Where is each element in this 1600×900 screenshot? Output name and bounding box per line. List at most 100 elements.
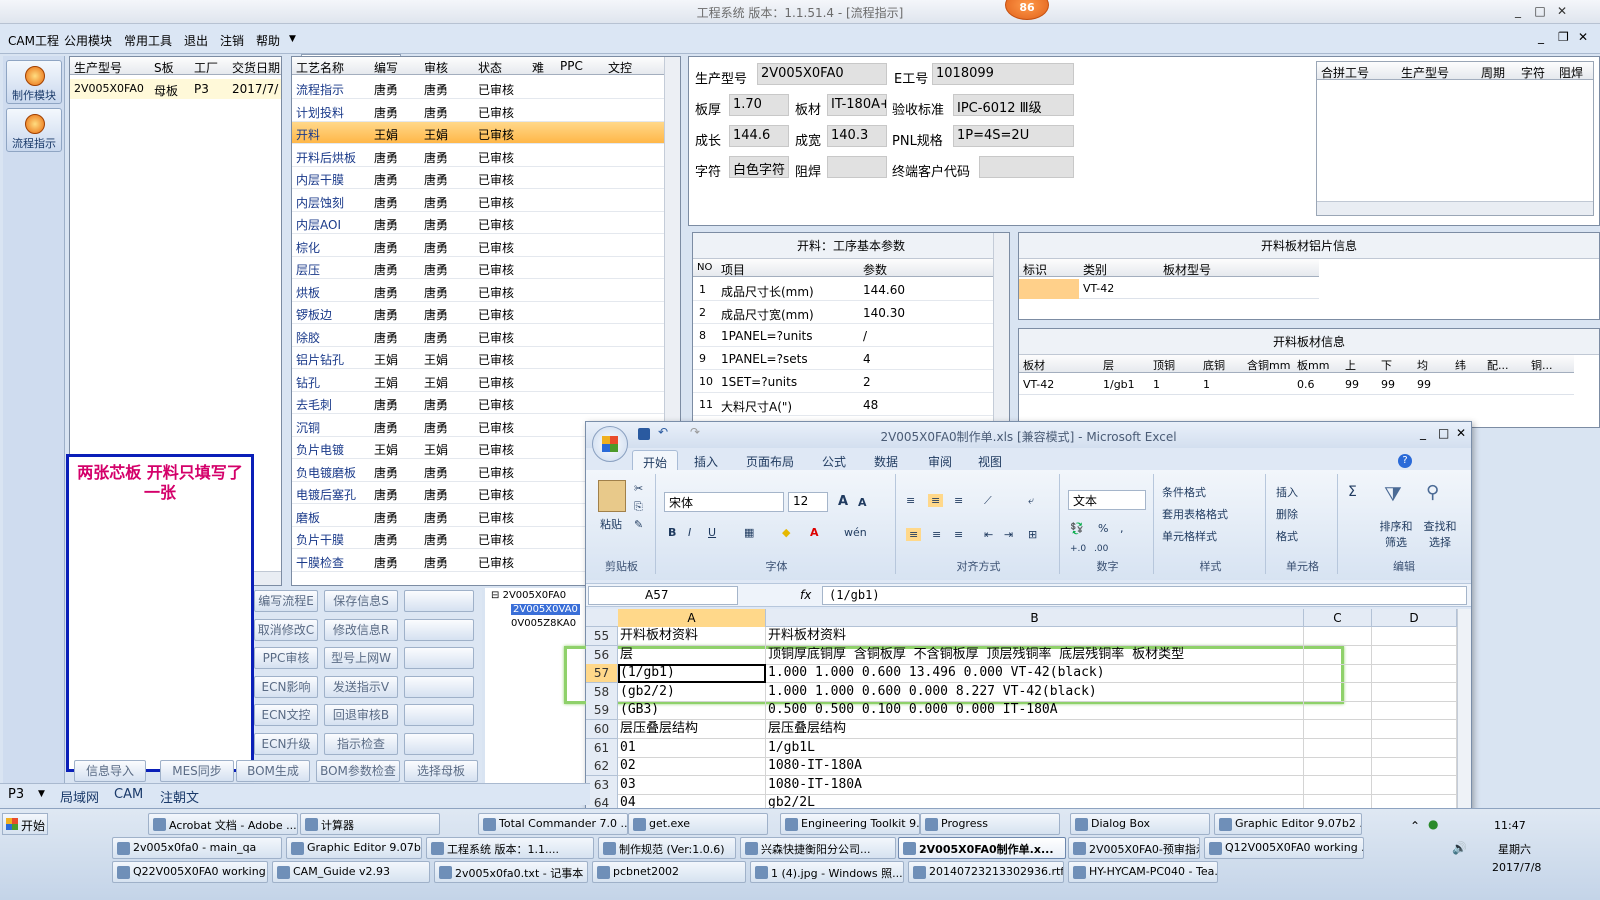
cell-style-button[interactable]: 单元格样式 [1162,528,1217,544]
cell-b[interactable]: 1.000 1.000 0.600 13.496 0.000 VT-42(bla… [766,664,1304,684]
tab-lan[interactable]: 局域网 [60,787,99,806]
ribbon-tab[interactable]: 审阅 [928,453,952,470]
col-header[interactable]: 含铜mm [1247,357,1290,373]
field-material[interactable]: IT-180A+ [827,94,887,116]
taskbar-item[interactable]: Q22V005X0FA0 working ... [112,861,268,883]
merge-center-icon[interactable]: ⊞ [1028,528,1037,541]
row-header[interactable]: 63 [586,775,618,795]
field-customer[interactable] [979,156,1074,178]
sort-filter-icon[interactable]: ⧩ [1384,482,1402,506]
cell-c[interactable] [1304,664,1372,684]
cell-d[interactable] [1372,627,1457,646]
table-row[interactable]: 11 大料尺寸A(") 48 [693,394,993,416]
col-header[interactable]: 配... [1487,357,1509,373]
taskbar-item[interactable]: Total Commander 7.0 ... [478,813,628,835]
table-row[interactable]: 9 1PANEL=?sets 4 [693,348,993,370]
process-row[interactable]: 开料后烘板 唐勇 唐勇 已审核 [292,145,664,167]
cell-b[interactable]: 层压叠层结构 [766,720,1304,739]
ribbon-tab[interactable]: 视图 [978,453,1002,470]
increase-indent-icon[interactable]: ⇥ [1004,528,1013,541]
col-header[interactable]: 项目 [721,261,745,278]
action-button[interactable]: BOM生成 [236,760,310,782]
cell-c[interactable] [1304,645,1372,665]
taskbar-item[interactable]: Q12V005X0FA0 working ... [1204,837,1364,859]
col-header[interactable]: 下 [1381,357,1392,373]
align-bottom-icon[interactable]: ≡ [954,494,963,507]
taskbar-item[interactable]: HY-HYCAM-PC040 - Tea... [1068,861,1218,883]
col-header[interactable]: 编写 [374,59,398,76]
col-header[interactable]: 周期 [1481,64,1505,81]
col-header[interactable]: NO [697,262,712,273]
nav-flow-instruction[interactable]: 流程指示 [6,108,62,152]
ribbon-tab[interactable]: 数据 [874,453,898,470]
currency-icon[interactable]: 💱 [1070,522,1084,535]
menu-tools[interactable]: 常用工具 [124,32,172,49]
process-row[interactable]: 内层蚀刻 唐勇 唐勇 已审核 [292,190,664,212]
taskbar-item[interactable]: Acrobat 文档 - Adobe ... [148,813,298,835]
action-button[interactable] [404,704,474,726]
align-center-icon[interactable]: ≡ [932,528,941,541]
row-header[interactable]: 56 [586,645,618,665]
taskbar-item[interactable]: CAM_Guide v2.93 [272,861,430,883]
col-header[interactable]: 阻焊 [1559,64,1583,81]
tab-user[interactable]: 注朝文 [160,787,199,806]
menu-logout[interactable]: 注销 [220,32,244,49]
col-header[interactable]: 上 [1345,357,1356,373]
col-header[interactable]: S板 [154,59,174,76]
field-model[interactable]: 2V005X0FA0 [757,63,887,85]
action-button[interactable]: ECN文控 [254,704,318,726]
process-row[interactable]: 流程指示 唐勇 唐勇 已审核 [292,77,664,99]
taskbar-item[interactable]: 兴森快捷衡阳分公司... [740,837,896,859]
cell-a[interactable]: 03 [618,775,766,795]
field-standard[interactable]: IPC-6012 Ⅲ级 [953,94,1074,116]
action-button[interactable]: 发送指示V [324,675,398,698]
tree-node-selected[interactable]: 2V005X0VA0 [511,604,580,615]
cell-d[interactable] [1372,664,1457,684]
paste-icon[interactable] [598,480,626,512]
cell-d[interactable] [1372,775,1457,795]
close-icon[interactable]: ✕ [1554,4,1570,18]
mdi-minimize-icon[interactable]: _ [1538,30,1544,44]
decrease-indent-icon[interactable]: ⇤ [984,528,993,541]
clock-time[interactable]: 11:47 [1494,819,1526,832]
phonetic-icon[interactable]: wén [844,526,867,539]
taskbar-item[interactable]: Graphic Editor 9.07b2 ... [1214,813,1362,835]
field-pnl[interactable]: 1P=4S=2U [953,125,1074,147]
ribbon-tab[interactable]: 页面布局 [746,453,794,470]
col-header[interactable]: 顶铜 [1153,357,1175,373]
col-header[interactable]: 审核 [424,59,448,76]
action-button[interactable] [404,618,474,641]
grow-font-icon[interactable]: A [838,494,848,509]
table-format-button[interactable]: 套用表格格式 [1162,506,1228,522]
taskbar-item[interactable]: get.exe [628,813,768,835]
cell-b[interactable]: 1080-IT-180A [766,775,1304,795]
align-left-icon[interactable]: ≡ [906,528,922,541]
cell-b[interactable]: 开料板材资料 [766,627,1304,646]
cell-c[interactable] [1304,757,1372,777]
font-color-icon[interactable]: A [810,526,819,539]
col-header[interactable]: 均 [1417,357,1428,373]
col-header[interactable]: 底铜 [1203,357,1225,373]
cell-b[interactable]: 顶铜厚底铜厚 含铜板厚 不含铜板厚 顶层残铜率 底层残铜率 板材类型 [766,645,1304,665]
field-thickness[interactable]: 1.70 [729,94,789,116]
col-header[interactable]: 生产型号 [74,59,122,76]
field-char[interactable]: 白色字符 [729,156,789,178]
row-header[interactable]: 61 [586,738,618,758]
cell-a[interactable]: 层 [618,645,766,665]
number-format-field[interactable]: 文本 [1068,490,1146,510]
office-button[interactable] [592,426,628,462]
cut-icon[interactable]: ✂ [634,482,643,495]
table-row[interactable]: 1 成品尺寸长(mm) 144.60 [693,279,993,301]
col-header[interactable]: 文控 [608,59,632,76]
fill-color-icon[interactable]: ◆ [782,526,790,539]
cell-b[interactable]: 1/gb1L [766,738,1304,758]
chevron-down-icon[interactable]: ▼ [38,789,45,799]
row-header[interactable]: 59 [586,701,618,721]
font-name-field[interactable]: 宋体 [664,492,784,512]
formula-input[interactable]: (1/gb1) [822,586,1467,605]
action-button[interactable] [404,675,474,698]
action-button[interactable] [404,647,474,669]
collapse-icon[interactable]: ⊟ [491,590,499,601]
row-header[interactable]: 55 [586,627,618,646]
tree-node[interactable]: 0V005Z8KA0 [511,618,576,629]
